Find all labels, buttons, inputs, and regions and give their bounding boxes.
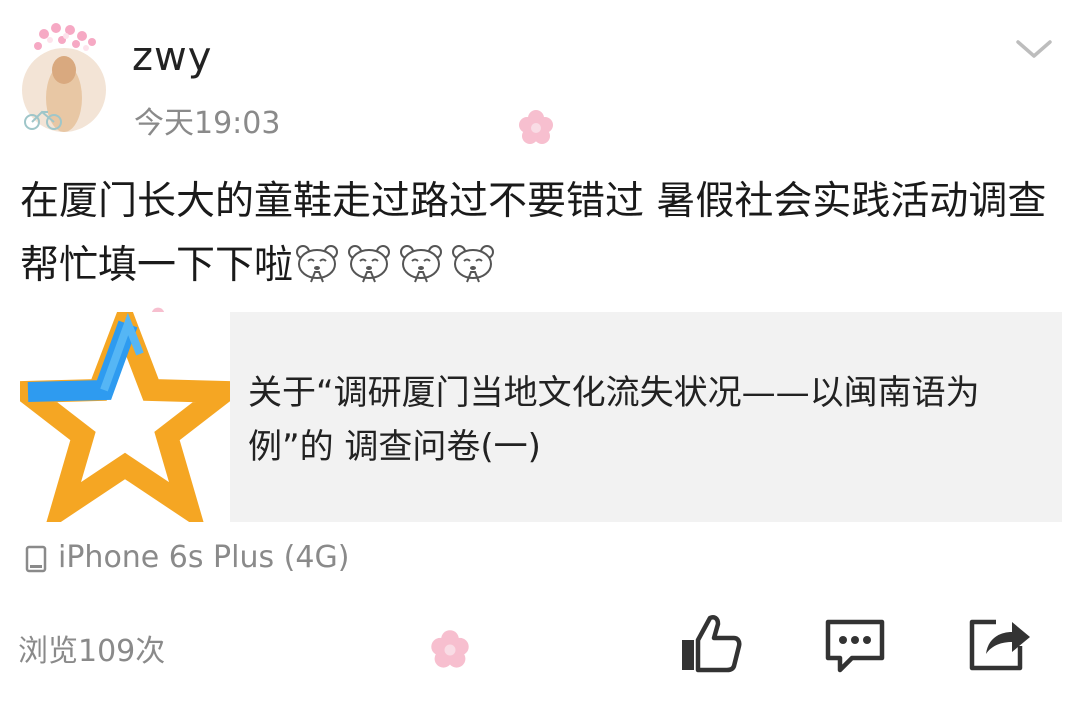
username[interactable]: zwy [132, 34, 212, 80]
share-icon [969, 619, 1030, 671]
link-card-title: 关于“调研厦门当地文化流失状况——以闽南语为例”的 调查问卷(一) [248, 373, 980, 467]
share-button[interactable] [966, 612, 1032, 674]
avatar[interactable] [18, 20, 110, 132]
bear-praying-emoji [296, 245, 339, 283]
link-card[interactable]: 关于“调研厦门当地文化流失状况——以闽南语为例”的 调查问卷(一) [0, 291, 1062, 534]
device-info: iPhone 6s Plus (4G) [24, 540, 349, 575]
comment-icon [825, 619, 885, 673]
link-card-body[interactable]: 关于“调研厦门当地文化流失状况——以闽南语为例”的 调查问卷(一) [230, 312, 1062, 522]
like-button[interactable] [676, 612, 742, 674]
bear-praying-emoji [348, 245, 391, 283]
sakura-petal-icon [516, 108, 556, 148]
thumbs-up-icon [682, 615, 742, 673]
post-text: 在厦门长大的童鞋走过路过不要错过 暑假社会实践活动调查 帮忙填一下下啦 [20, 170, 1070, 298]
star-logo-icon [0, 291, 256, 534]
view-count: 浏览109次 [18, 634, 166, 669]
post-timestamp: 今天19:03 [134, 106, 281, 141]
chevron-down-icon[interactable] [1012, 34, 1056, 64]
bear-praying-emoji [400, 245, 443, 283]
sakura-petal-icon [428, 628, 472, 672]
device-label: iPhone 6s Plus (4G) [58, 540, 350, 575]
phone-icon [25, 545, 47, 572]
emoji-row [293, 243, 501, 288]
comment-button[interactable] [822, 614, 888, 676]
bear-praying-emoji [452, 245, 495, 283]
post-body-text: 在厦门长大的童鞋走过路过不要错过 暑假社会实践活动调查 帮忙填一下下啦 [20, 179, 1047, 288]
